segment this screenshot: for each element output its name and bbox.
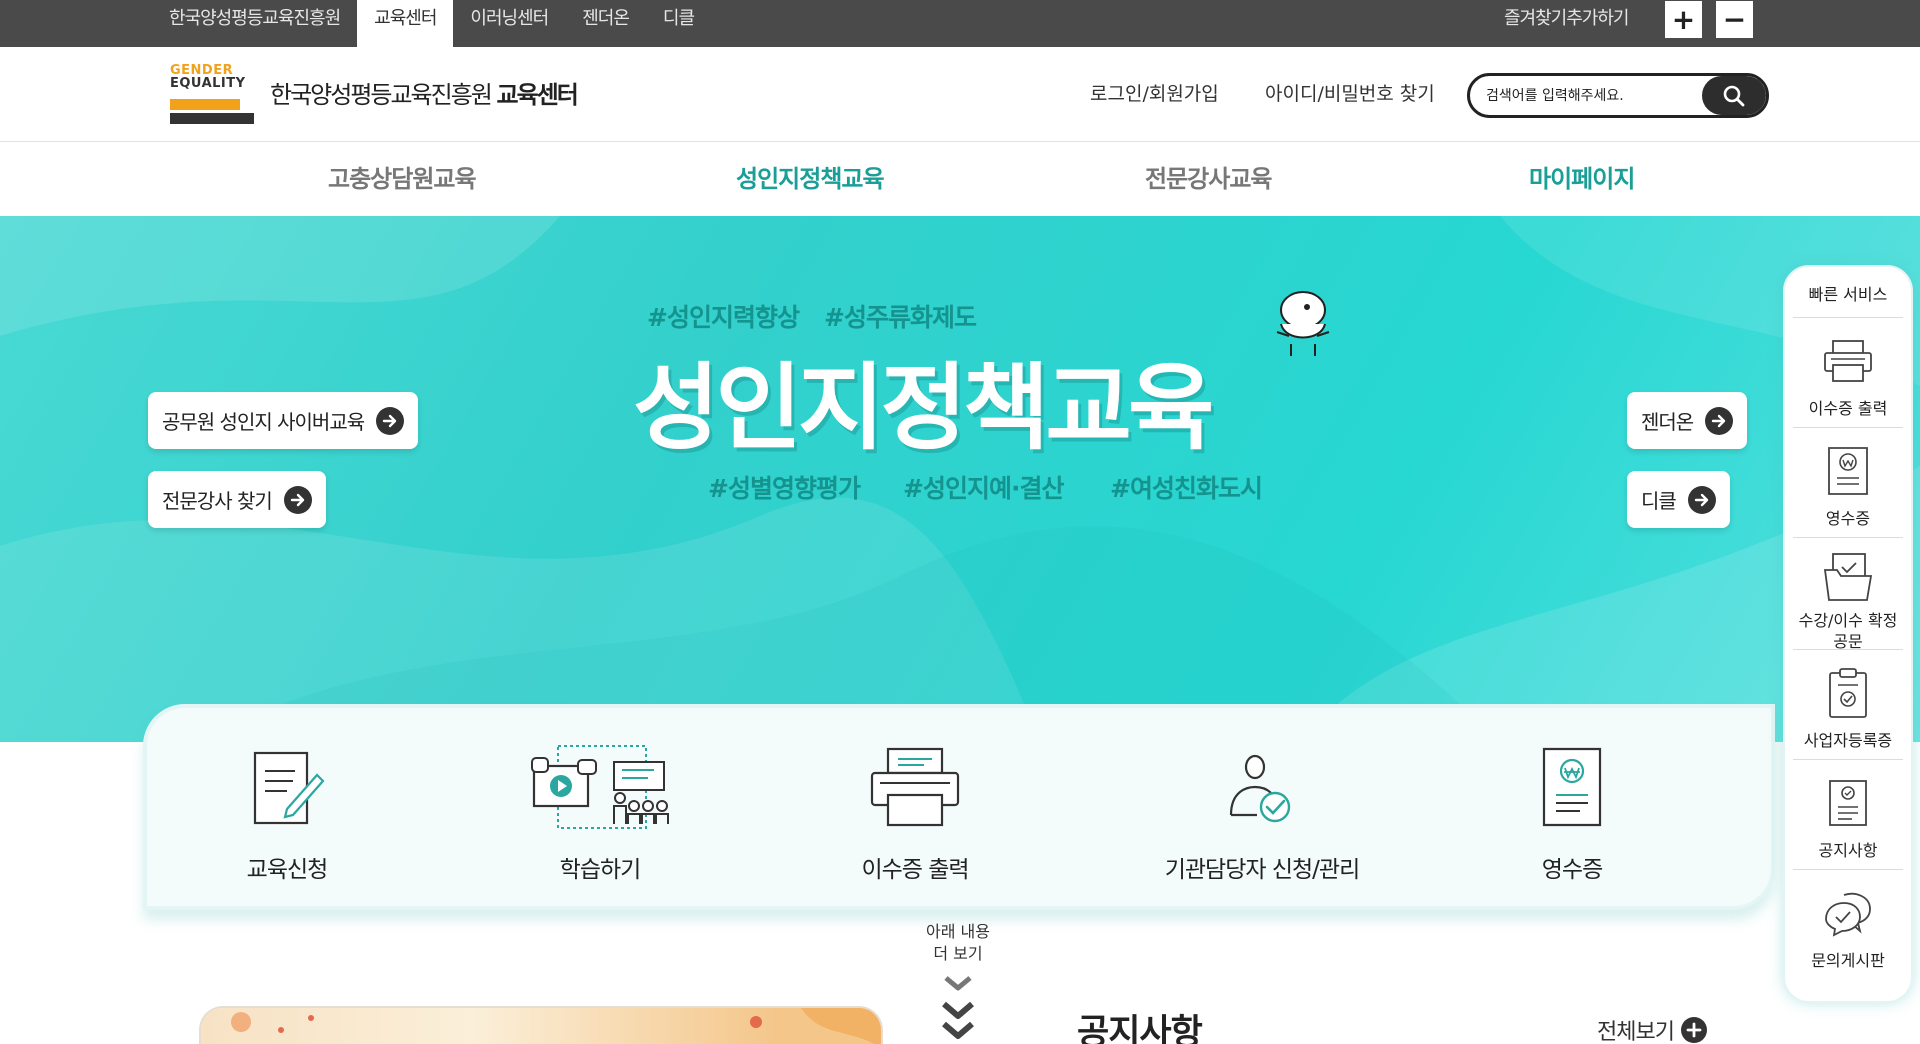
zoom-out-button[interactable]: − <box>1716 1 1753 38</box>
site-link-genderon[interactable]: 젠더온 <box>565 0 646 47</box>
arrow-right-icon <box>283 485 312 514</box>
nav-counselor-education[interactable]: 고충상담원교육 <box>328 143 477 216</box>
dicle-label: 디클 <box>1641 489 1677 513</box>
find-account-link[interactable]: 아이디/비밀번호 찾기 <box>1265 79 1435 106</box>
folder-check-icon <box>1823 552 1873 602</box>
quick-item-agency-manager-label: 기관담당자 신청/관리 <box>1164 857 1361 883</box>
banner-illustration <box>231 1008 881 1044</box>
site-link-dicle[interactable]: 디클 <box>646 0 711 47</box>
quick-item-learn-label: 학습하기 <box>559 857 642 883</box>
quick-item-receipt-label: 영수증 <box>1541 857 1603 883</box>
user-check-icon <box>1227 744 1297 830</box>
chevron-down-icon[interactable] <box>940 974 976 1044</box>
site-link-kigepe[interactable]: 한국양성평등교육진흥원 <box>152 0 357 47</box>
qp-receipt[interactable]: 영수증 <box>1793 427 1903 537</box>
hero-tag: #성인지예·결산 <box>903 474 1064 503</box>
qp-receipt-label: 영수증 <box>1825 509 1871 528</box>
zoom-in-button[interactable]: + <box>1665 1 1702 38</box>
search-input[interactable] <box>1486 76 1686 115</box>
qp-inquiry-board-label: 문의게시판 <box>1811 951 1885 970</box>
mascot-illustration <box>1276 291 1330 356</box>
online-lecture-icon <box>530 744 670 830</box>
quick-item-receipt[interactable]: 영수증 <box>1517 708 1627 914</box>
quick-item-learn[interactable]: 학습하기 <box>515 708 685 914</box>
genderon-label: 젠더온 <box>1641 410 1694 434</box>
arrow-right-icon <box>1687 485 1716 514</box>
quick-service-title: 빠른 서비스 <box>1808 285 1888 304</box>
qp-certificate-print-label: 이수증 출력 <box>1808 399 1888 418</box>
login-link[interactable]: 로그인/회원가입 <box>1090 79 1219 106</box>
quick-menu-card: 교육신청 학습하기 이수증 출력 기관담당자 신청/관리 영수증 <box>143 704 1775 910</box>
quick-item-certificate-label: 이수증 출력 <box>861 857 969 883</box>
quick-item-agency-manager[interactable]: 기관담당자 신청/관리 <box>1142 708 1382 914</box>
hero-banner: #성인지력향상 #성주류화제도 성인지정책교육 #성별영향평가 #성인지예·결산… <box>0 216 1920 742</box>
site-header: GENDER EQUALITY 한국양성평등교육진흥원 교육센터 로그인/회원가… <box>0 47 1920 142</box>
logo[interactable]: GENDER EQUALITY <box>170 63 256 127</box>
cyber-education-button[interactable]: 공무원 성인지 사이버교육 <box>148 392 419 449</box>
notice-document-icon <box>1828 774 1868 832</box>
site-title-bold: 교육센터 <box>496 81 579 109</box>
nav-mypage[interactable]: 마이페이지 <box>1529 143 1635 216</box>
qp-business-registration[interactable]: 사업자등록증 <box>1793 649 1903 759</box>
search-icon <box>1723 85 1745 106</box>
qp-certificate-print[interactable]: 이수증 출력 <box>1793 317 1903 427</box>
qp-confirmation-document[interactable]: 수강/이수 확정 공문 <box>1793 537 1903 651</box>
find-instructor-button[interactable]: 전문강사 찾기 <box>148 471 326 528</box>
hero-tag: #성별영향평가 <box>708 474 861 503</box>
site-title[interactable]: 한국양성평등교육진흥원 교육센터 <box>270 75 579 110</box>
genderon-button[interactable]: 젠더온 <box>1627 392 1748 449</box>
notice-view-all-link[interactable]: 전체보기 <box>1597 1014 1708 1044</box>
qp-confirmation-document-label: 수강/이수 확정 공문 <box>1798 611 1898 651</box>
notice-view-all-label: 전체보기 <box>1597 1020 1675 1044</box>
receipt-icon <box>1827 442 1869 500</box>
arrow-right-icon <box>376 406 405 435</box>
quick-service-panel: 빠른 서비스 이수증 출력 영수증 수강/이수 확정 공문 사업자등록증 공지사… <box>1783 265 1913 1003</box>
qp-notice-label: 공지사항 <box>1818 841 1878 860</box>
site-link-education-center[interactable]: 교육센터 <box>357 0 454 47</box>
chat-bubble-icon <box>1822 884 1874 942</box>
top-utility-bar: 한국양성평등교육진흥원 교육센터 이러닝센터 젠더온 디클 즐겨찾기추가하기 +… <box>0 0 1920 47</box>
search-box <box>1467 73 1769 118</box>
nav-gender-policy-education[interactable]: 성인지정책교육 <box>736 143 885 216</box>
plus-circle-icon <box>1680 1017 1707 1043</box>
clipboard-check-icon <box>1828 664 1868 722</box>
scroll-more-line1: 아래 내용 <box>926 922 990 941</box>
quick-item-apply[interactable]: 교육신청 <box>227 708 347 914</box>
search-button[interactable] <box>1702 76 1766 115</box>
find-instructor-label: 전문강사 찾기 <box>162 489 273 513</box>
printer-icon <box>870 744 960 830</box>
quick-item-certificate[interactable]: 이수증 출력 <box>840 708 990 914</box>
site-title-prefix: 한국양성평등교육진흥원 <box>270 81 493 109</box>
scroll-more-hint: 아래 내용 더 보기 <box>908 921 1008 965</box>
hero-tag: #여성친화도시 <box>1110 474 1263 503</box>
scroll-more-line2: 더 보기 <box>933 944 983 963</box>
quick-item-apply-label: 교육신청 <box>246 857 329 883</box>
logo-bar-orange <box>170 99 240 110</box>
promo-banner-card[interactable] <box>201 1008 881 1044</box>
nav-instructor-education[interactable]: 전문강사교육 <box>1145 143 1272 216</box>
cyber-education-label: 공무원 성인지 사이버교육 <box>162 410 365 434</box>
receipt-icon <box>1540 744 1604 830</box>
hero-title: 성인지정책교육 <box>633 354 1214 463</box>
document-pen-icon <box>247 744 327 830</box>
site-link-elearning[interactable]: 이러닝센터 <box>453 0 565 47</box>
minus-icon: − <box>1722 2 1747 36</box>
arrow-right-icon <box>1705 406 1734 435</box>
logo-text-equality: EQUALITY <box>170 76 246 91</box>
qp-notice[interactable]: 공지사항 <box>1793 759 1903 869</box>
notice-section-title: 공지사항 <box>1077 1013 1203 1044</box>
dicle-button[interactable]: 디클 <box>1627 471 1730 528</box>
hero-tag: #성인지력향상 <box>647 303 800 332</box>
qp-business-registration-label: 사업자등록증 <box>1803 731 1893 750</box>
logo-bar-dark <box>170 113 254 124</box>
family-site-links: 한국양성평등교육진흥원 교육센터 이러닝센터 젠더온 디클 <box>152 0 711 47</box>
printer-icon <box>1823 332 1873 390</box>
main-navigation: 고충상담원교육 성인지정책교육 전문강사교육 마이페이지 <box>0 143 1920 216</box>
bookmark-link[interactable]: 즐겨찾기추가하기 <box>1504 0 1629 38</box>
plus-icon: + <box>1671 2 1696 36</box>
qp-inquiry-board[interactable]: 문의게시판 <box>1793 869 1903 979</box>
hero-tag: #성주류화제도 <box>824 303 977 332</box>
